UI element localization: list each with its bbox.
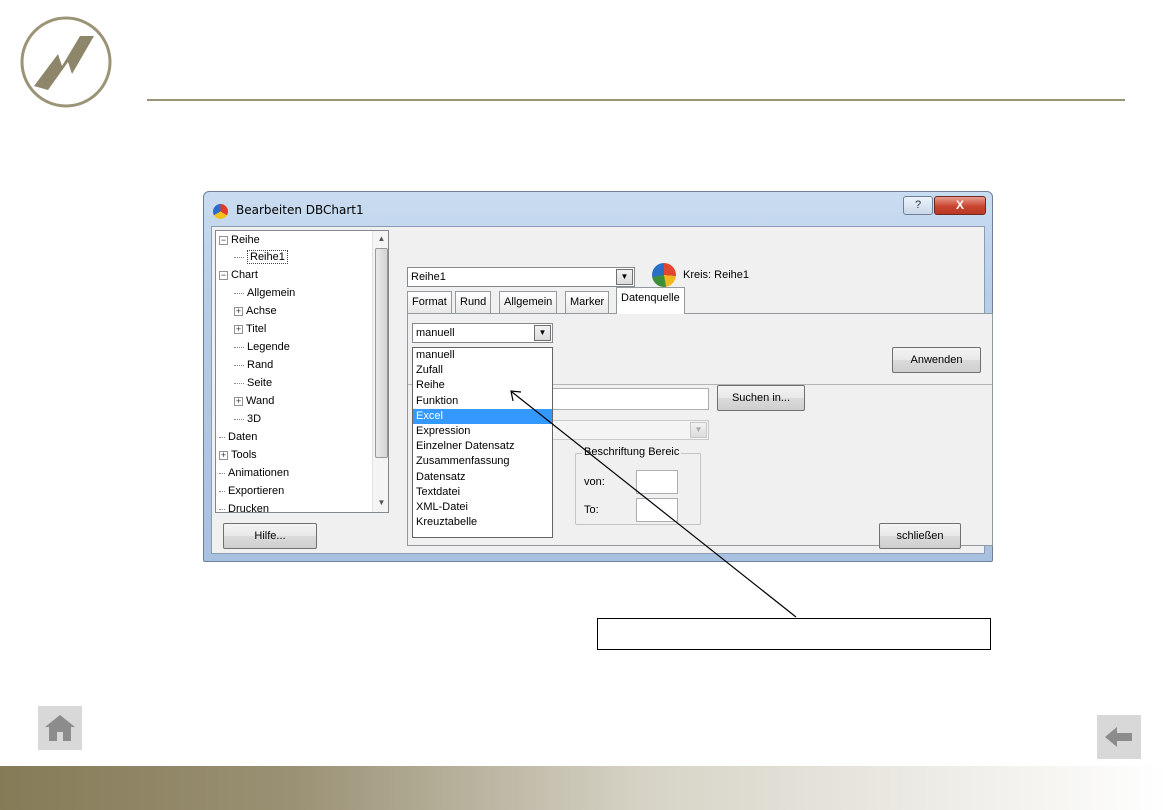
collapse-icon[interactable]: − [219,235,228,245]
tree-scrollbar[interactable]: ▲ ▼ [372,231,388,512]
series-select-value: Reihe1 [411,271,446,283]
dropdown-option[interactable]: Einzelner Datensatz [413,439,552,454]
dropdown-option[interactable]: XML-Datei [413,500,552,515]
close-dialog-button[interactable]: schließen [879,523,961,549]
scroll-down-icon[interactable]: ▼ [373,495,388,511]
tree-item-label: 3D [247,413,262,425]
expand-icon[interactable]: + [219,450,228,460]
to-label: To: [584,504,599,516]
dropdown-option[interactable]: Zusammenfassung [413,454,552,469]
dropdown-option[interactable]: Datensatz [413,470,552,485]
tree-item-label: Daten [228,431,258,443]
dropdown-option[interactable]: Textdatei [413,485,552,500]
series-select[interactable]: Reihe1 ▼ [407,267,635,287]
tree-item-3d[interactable]: 3D [234,411,261,427]
tree-item-daten[interactable]: Daten [219,429,257,445]
from-label: von: [584,476,605,488]
tab-rund[interactable]: Rund [455,291,492,313]
tree-item-animationen[interactable]: Animationen [219,465,289,481]
tree-item-label: Seite [247,377,273,389]
apply-button[interactable]: Anwenden [892,347,981,373]
footer-bar [0,766,1170,810]
back-button[interactable] [1097,715,1141,759]
tree-item-label: Achse [246,305,277,317]
chevron-down-icon[interactable]: ▼ [616,269,633,285]
home-button[interactable] [38,706,82,750]
dropdown-option[interactable]: Funktion [413,394,552,409]
from-input[interactable] [636,470,678,494]
tree-item-label: Legende [247,341,290,353]
browse-button[interactable]: Suchen in... [717,385,805,411]
tree-item-wand[interactable]: + Wand [234,393,274,409]
chevron-down-icon[interactable]: ▼ [690,422,707,438]
tree-item-seite[interactable]: Seite [234,375,272,391]
expand-icon[interactable]: + [234,396,243,406]
back-arrow-icon [1105,727,1132,747]
tree-item-label: Exportieren [228,485,285,497]
close-window-button[interactable]: X [934,196,986,215]
label-range-title: Beschriftung Bereic [582,446,682,458]
pie-chart-icon [652,263,676,287]
tab-format[interactable]: Format [407,291,452,313]
tree-item-label: Animationen [228,467,290,479]
settings-tree[interactable]: − Reihe Reihe1 − Chart Allgemein + Achse + T… [215,230,389,513]
tab-marker[interactable]: Marker [565,291,610,313]
tree-item-rand[interactable]: Rand [234,357,273,373]
tree-item-allgemein[interactable]: Allgemein [234,285,295,301]
header-rule [147,99,1125,101]
dialog-title: Bearbeiten DBChart1 [236,203,364,217]
tree-item-exportieren[interactable]: Exportieren [219,483,284,499]
series-type-label: Kreis: Reihe1 [683,269,750,281]
tree-item-reihe[interactable]: − Reihe [219,232,260,248]
dropdown-option[interactable]: manuell [413,348,552,363]
dialog-titlebar[interactable]: Bearbeiten DBChart1 ? X [204,192,992,226]
tree-item-label: Drucken [228,503,269,513]
scrollbar-thumb[interactable] [375,248,388,458]
tree-item-label: Rand [247,359,274,371]
teechart-app-icon [213,204,228,219]
company-logo-icon [18,14,114,110]
tree-item-titel[interactable]: + Titel [234,321,266,337]
datasource-dropdown-list[interactable]: manuell Zufall Reihe Funktion Excel Expr… [412,347,553,538]
tree-item-label: Reihe [231,234,260,246]
tree-item-achse[interactable]: + Achse [234,303,277,319]
tree-item-label: Allgemein [247,287,296,299]
to-input[interactable] [636,498,678,522]
file-path-input[interactable] [552,388,709,410]
dropdown-option[interactable]: Zufall [413,363,552,378]
dropdown-option[interactable]: Reihe [413,378,552,393]
dropdown-option[interactable]: Kreuztabelle [413,515,552,530]
expand-icon[interactable]: + [234,306,243,316]
help-dialog-button[interactable]: Hilfe... [223,523,317,549]
home-icon [45,715,75,741]
tree-item-label: Tools [231,449,257,461]
tree-item-label: Wand [246,395,275,407]
help-button[interactable]: ? [903,196,933,215]
callout-box [597,618,991,650]
tree-item-label: Reihe1 [247,250,288,264]
tree-item-chart[interactable]: − Chart [219,267,258,283]
tab-datenquelle[interactable]: Datenquelle [616,287,685,314]
dropdown-option[interactable]: Expression [413,424,552,439]
sheet-select[interactable]: ▼ [552,420,709,440]
dialog-client-area: − Reihe Reihe1 − Chart Allgemein + Achse + T… [211,226,993,554]
collapse-icon[interactable]: − [219,270,228,280]
tree-item-tools[interactable]: + Tools [219,447,257,463]
chart-editor-dialog: Bearbeiten DBChart1 ? X − Reihe Reihe1 − C… [203,191,993,562]
tab-allgemein[interactable]: Allgemein [499,291,558,313]
scroll-up-icon[interactable]: ▲ [373,231,388,247]
tree-item-drucken[interactable]: Drucken [219,501,269,513]
label-range-group: Beschriftung Bereic von: To: [575,446,701,525]
tree-item-legende[interactable]: Legende [234,339,290,355]
expand-icon[interactable]: + [234,324,243,334]
tree-item-label: Titel [246,323,267,335]
tree-item-reihe1[interactable]: Reihe1 [234,249,288,265]
dropdown-option-excel[interactable]: Excel [413,408,552,424]
tree-item-label: Chart [231,269,258,281]
